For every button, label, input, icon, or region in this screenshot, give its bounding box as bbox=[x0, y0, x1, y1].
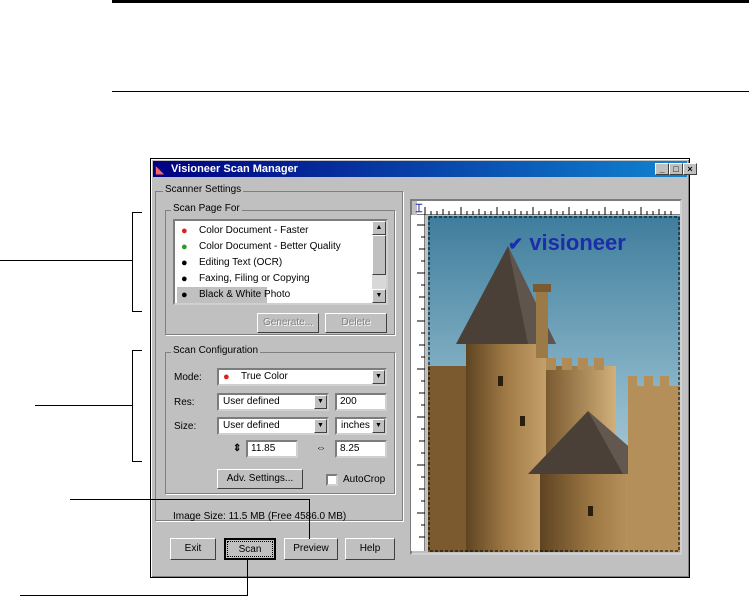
callout-bracket-1 bbox=[132, 212, 133, 312]
mid-rule bbox=[112, 91, 749, 92]
callout-bracket-2-top bbox=[132, 350, 142, 351]
callout-line-4-rise bbox=[247, 558, 248, 596]
delete-button[interactable]: Delete bbox=[325, 313, 387, 333]
preview-image[interactable]: ✔ visioneer bbox=[428, 216, 680, 552]
list-item-selected[interactable]: ● Black & White Photo bbox=[177, 287, 290, 303]
list-scrollbar[interactable]: ▲ ▼ bbox=[372, 221, 386, 303]
top-rule bbox=[112, 0, 749, 3]
color-dots-icon: ● bbox=[223, 371, 230, 383]
scan-button[interactable]: Scan bbox=[224, 538, 276, 560]
ruler-origin-icon[interactable]: ⌶ bbox=[413, 201, 425, 215]
help-button[interactable]: Help bbox=[345, 538, 395, 560]
height-input[interactable]: 11.85 bbox=[246, 440, 298, 458]
mode-select[interactable]: ● True Color ▼ bbox=[217, 368, 387, 386]
resolution-select[interactable]: User defined ▼ bbox=[217, 393, 329, 411]
generate-button[interactable]: Generate... bbox=[257, 313, 319, 333]
preview-button[interactable]: Preview bbox=[284, 538, 338, 560]
size-label: Size: bbox=[174, 421, 197, 432]
black-dot-icon: ● bbox=[181, 289, 188, 301]
visioneer-v-icon: ✔ bbox=[508, 234, 524, 254]
res-label: Res: bbox=[174, 397, 195, 408]
resolution-input[interactable]: 200 bbox=[335, 393, 387, 411]
callout-line-3 bbox=[70, 499, 310, 500]
callout-line-2 bbox=[35, 405, 132, 406]
visioneer-logo: ✔ visioneer bbox=[508, 230, 626, 255]
list-item[interactable]: ● Editing Text (OCR) bbox=[177, 255, 372, 271]
horizontal-ruler bbox=[417, 201, 680, 215]
width-input[interactable]: 8.25 bbox=[335, 440, 387, 458]
vertical-ruler-ticks bbox=[417, 224, 425, 538]
callout-bracket-1-bottom bbox=[132, 311, 142, 312]
window-title: Visioneer Scan Manager bbox=[171, 163, 298, 175]
callout-line-1 bbox=[0, 260, 132, 261]
horizontal-ruler-ticks bbox=[424, 207, 672, 215]
callout-bracket-1-top bbox=[132, 212, 142, 213]
title-bar[interactable]: ◣ Visioneer Scan Manager _ □ × bbox=[153, 161, 697, 177]
width-icon: ⇔ bbox=[316, 443, 326, 454]
black-dot-icon: ● bbox=[181, 273, 188, 285]
black-dot-icon: ● bbox=[181, 257, 188, 269]
callout-line-3-drop bbox=[309, 499, 310, 539]
vertical-ruler bbox=[411, 215, 425, 551]
list-item[interactable]: ● Faxing, Filing or Copying bbox=[177, 271, 372, 287]
autocrop-checkbox[interactable] bbox=[326, 474, 338, 486]
autocrop-label: AutoCrop bbox=[343, 474, 386, 485]
chevron-down-icon[interactable]: ▼ bbox=[372, 370, 385, 384]
callout-bracket-2-bottom bbox=[132, 461, 142, 462]
minimize-button[interactable]: _ bbox=[655, 163, 669, 175]
chevron-down-icon[interactable]: ▼ bbox=[372, 419, 385, 433]
height-icon: ⇕ bbox=[233, 443, 242, 454]
scroll-up-icon[interactable]: ▲ bbox=[372, 221, 386, 235]
callout-bracket-2 bbox=[132, 350, 133, 462]
adv-settings-button[interactable]: Adv. Settings... bbox=[217, 469, 303, 489]
scan-profile-list[interactable]: ● Color Document - Faster ● Color Docume… bbox=[173, 219, 388, 305]
callout-line-4 bbox=[20, 595, 248, 596]
list-item[interactable]: ● Color Document - Faster bbox=[177, 223, 372, 239]
units-select[interactable]: inches ▼ bbox=[335, 417, 387, 435]
chevron-down-icon[interactable]: ▼ bbox=[314, 419, 327, 433]
exit-button[interactable]: Exit bbox=[170, 538, 216, 560]
scroll-thumb[interactable] bbox=[372, 235, 386, 275]
scanner-settings-label: Scanner Settings bbox=[163, 184, 244, 195]
chevron-down-icon[interactable]: ▼ bbox=[314, 395, 327, 409]
color-dots-icon: ● bbox=[181, 225, 188, 237]
scan-page-for-label: Scan Page For bbox=[171, 203, 242, 214]
mode-label: Mode: bbox=[174, 372, 202, 383]
close-button[interactable]: × bbox=[683, 163, 697, 175]
color-dots-icon: ● bbox=[181, 241, 188, 253]
maximize-button[interactable]: □ bbox=[669, 163, 683, 175]
app-icon: ◣ bbox=[156, 165, 164, 176]
scroll-down-icon[interactable]: ▼ bbox=[372, 289, 386, 303]
size-select[interactable]: User defined ▼ bbox=[217, 417, 329, 435]
castle-photo bbox=[428, 216, 680, 552]
scan-configuration-label: Scan Configuration bbox=[171, 345, 261, 356]
list-item[interactable]: ● Color Document - Better Quality bbox=[177, 239, 372, 255]
image-size-text: Image Size: 11.5 MB (Free 4586.0 MB) bbox=[173, 511, 347, 522]
